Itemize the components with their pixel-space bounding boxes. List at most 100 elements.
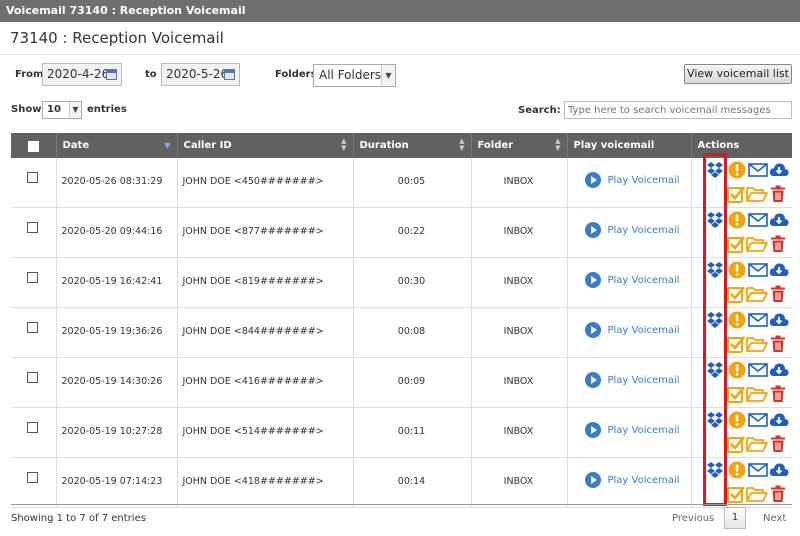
previous-page-button[interactable]: Previous bbox=[672, 513, 714, 524]
folder-cell: INBOX bbox=[471, 257, 568, 308]
play-voicemail-link[interactable]: Play Voicemail bbox=[573, 222, 690, 238]
page-1-button[interactable]: 1 bbox=[724, 507, 746, 529]
urgent-icon[interactable] bbox=[728, 311, 746, 329]
play-voicemail-link[interactable]: Play Voicemail bbox=[573, 472, 690, 488]
move-folder-icon[interactable] bbox=[745, 235, 768, 253]
move-folder-icon[interactable] bbox=[745, 285, 768, 303]
trash-icon[interactable] bbox=[769, 435, 787, 453]
table-row: 2020-05-20 09:44:16 JOHN DOE <877#######… bbox=[11, 207, 792, 258]
row-select-cell bbox=[11, 257, 57, 308]
trash-icon[interactable] bbox=[769, 485, 787, 503]
row-checkbox[interactable] bbox=[27, 322, 39, 333]
page-title: 73140 : Reception Voicemail bbox=[10, 29, 224, 47]
cloud-download-icon[interactable] bbox=[769, 311, 789, 329]
caller-id-cell: JOHN DOE <844#######> bbox=[177, 307, 354, 358]
to-date-field[interactable]: 2020-5-26 bbox=[161, 63, 240, 86]
urgent-icon[interactable] bbox=[728, 411, 746, 429]
column-header-caller-id[interactable]: Caller ID ▲ ▼ bbox=[177, 133, 354, 158]
trash-icon[interactable] bbox=[769, 385, 787, 403]
mark-read-icon[interactable] bbox=[726, 285, 745, 303]
folders-label: Folders bbox=[275, 69, 317, 80]
play-icon bbox=[584, 422, 601, 438]
folders-select[interactable]: All Folders ▼ bbox=[313, 64, 396, 87]
mark-read-icon[interactable] bbox=[726, 435, 745, 453]
date-cell: 2020-05-19 07:14:23 bbox=[56, 457, 178, 508]
email-icon[interactable] bbox=[747, 361, 768, 379]
urgent-icon[interactable] bbox=[728, 461, 746, 479]
trash-icon[interactable] bbox=[769, 335, 787, 353]
entries-per-page-select[interactable]: 10 ▼ bbox=[42, 101, 82, 119]
move-folder-icon[interactable] bbox=[745, 435, 768, 453]
mark-read-icon[interactable] bbox=[726, 385, 745, 403]
play-voicemail-link[interactable]: Play Voicemail bbox=[573, 272, 690, 288]
email-icon[interactable] bbox=[747, 411, 768, 429]
urgent-icon[interactable] bbox=[728, 361, 746, 379]
cloud-download-icon[interactable] bbox=[769, 211, 789, 229]
play-voicemail-link[interactable]: Play Voicemail bbox=[573, 422, 690, 438]
urgent-icon[interactable] bbox=[728, 261, 746, 279]
folder-cell: INBOX bbox=[471, 407, 568, 458]
move-folder-icon[interactable] bbox=[745, 185, 768, 203]
cloud-download-icon[interactable] bbox=[769, 361, 789, 379]
play-cell: Play Voicemail bbox=[567, 207, 692, 258]
column-header-duration[interactable]: Duration ▲ ▼ bbox=[353, 133, 472, 158]
folder-cell: INBOX bbox=[471, 158, 568, 208]
column-header-folder[interactable]: Folder ▲ ▼ bbox=[471, 133, 568, 158]
move-folder-icon[interactable] bbox=[745, 385, 768, 403]
play-voicemail-link[interactable]: Play Voicemail bbox=[573, 172, 690, 188]
cloud-download-icon[interactable] bbox=[769, 261, 789, 279]
row-checkbox[interactable] bbox=[27, 172, 39, 183]
row-select-cell bbox=[11, 407, 57, 458]
urgent-icon[interactable] bbox=[728, 161, 746, 179]
duration-cell: 00:08 bbox=[353, 307, 472, 358]
search-input[interactable] bbox=[564, 101, 792, 119]
mark-read-icon[interactable] bbox=[726, 185, 745, 203]
duration-cell: 00:22 bbox=[353, 207, 472, 258]
mark-read-icon[interactable] bbox=[726, 485, 745, 503]
row-checkbox[interactable] bbox=[27, 422, 39, 433]
caller-id-cell: JOHN DOE <514#######> bbox=[177, 407, 354, 458]
table-bottom-border bbox=[11, 504, 792, 505]
column-header-date[interactable]: Date ▼ bbox=[56, 133, 178, 158]
calendar-icon[interactable] bbox=[224, 69, 235, 80]
trash-icon[interactable] bbox=[769, 235, 787, 253]
trash-icon[interactable] bbox=[769, 185, 787, 203]
row-checkbox[interactable] bbox=[27, 372, 39, 383]
cloud-download-icon[interactable] bbox=[769, 461, 789, 479]
play-voicemail-link[interactable]: Play Voicemail bbox=[573, 372, 690, 388]
email-icon[interactable] bbox=[747, 261, 768, 279]
search-label: Search: bbox=[518, 105, 561, 116]
email-icon[interactable] bbox=[747, 161, 768, 179]
folder-cell: INBOX bbox=[471, 457, 568, 508]
play-voicemail-link[interactable]: Play Voicemail bbox=[573, 322, 690, 338]
sort-desc-icon: ▼ bbox=[164, 141, 171, 150]
next-page-button[interactable]: Next bbox=[763, 513, 786, 524]
email-icon[interactable] bbox=[747, 211, 768, 229]
view-voicemail-list-button[interactable]: View voicemail list bbox=[684, 64, 792, 84]
select-all-checkbox[interactable] bbox=[27, 141, 39, 152]
email-icon[interactable] bbox=[747, 311, 768, 329]
move-folder-icon[interactable] bbox=[745, 335, 768, 353]
row-checkbox[interactable] bbox=[27, 472, 39, 483]
folder-cell: INBOX bbox=[471, 207, 568, 258]
entries-per-page-value: 10 bbox=[47, 104, 61, 115]
cloud-download-icon[interactable] bbox=[769, 411, 789, 429]
folders-selected-value: All Folders bbox=[319, 68, 382, 82]
move-folder-icon[interactable] bbox=[745, 485, 768, 503]
window-title: Voicemail 73140 : Reception Voicemail bbox=[6, 4, 246, 17]
trash-icon[interactable] bbox=[769, 285, 787, 303]
cloud-download-icon[interactable] bbox=[769, 161, 789, 179]
from-date-field[interactable]: 2020-4-26 bbox=[42, 63, 122, 86]
email-icon[interactable] bbox=[747, 461, 768, 479]
row-checkbox[interactable] bbox=[27, 272, 39, 283]
mark-read-icon[interactable] bbox=[726, 235, 745, 253]
mark-read-icon[interactable] bbox=[726, 335, 745, 353]
row-checkbox[interactable] bbox=[27, 222, 39, 233]
calendar-icon[interactable] bbox=[106, 69, 117, 80]
table-row: 2020-05-19 07:14:23 JOHN DOE <418#######… bbox=[11, 457, 792, 508]
urgent-icon[interactable] bbox=[728, 211, 746, 229]
duration-cell: 00:05 bbox=[353, 158, 472, 208]
row-select-cell bbox=[11, 357, 57, 408]
sort-icon: ▲ ▼ bbox=[459, 137, 465, 152]
sort-icon: ▲ ▼ bbox=[341, 137, 347, 152]
